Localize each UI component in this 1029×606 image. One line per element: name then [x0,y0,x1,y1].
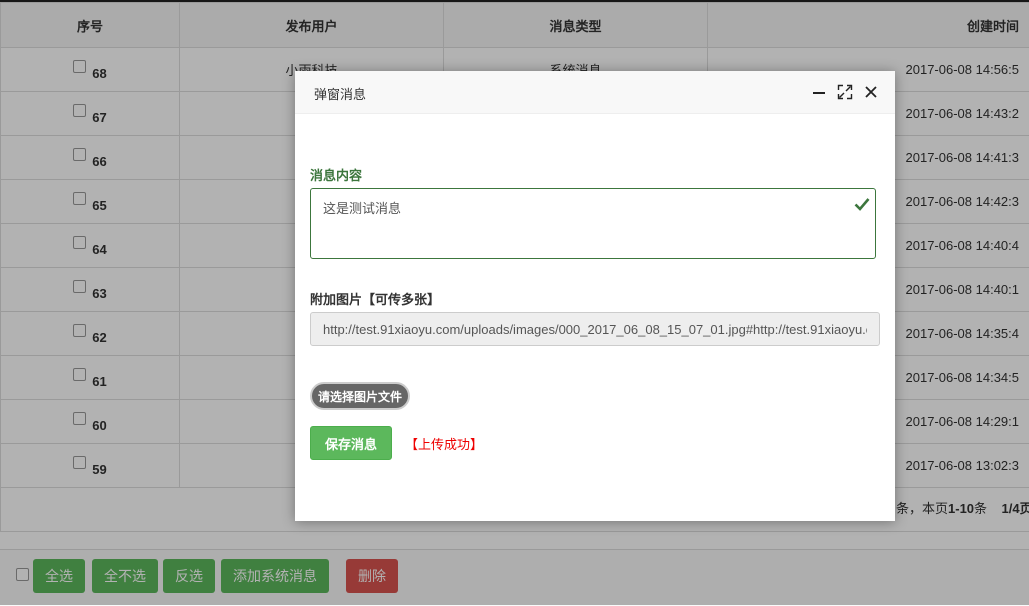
dialog-header[interactable]: 弹窗消息 [295,71,895,114]
upload-status: 【上传成功】 [405,434,483,453]
maximize-icon[interactable] [837,84,853,100]
message-dialog: 弹窗消息 消息内容 这是测试消息 附加图片【可传多张】 请选择图片文件 保存消息… [295,71,895,521]
choose-file-button[interactable]: 请选择图片文件 [310,382,410,410]
content-textarea[interactable]: 这是测试消息 [310,188,876,259]
close-icon[interactable] [863,84,879,100]
save-message-button[interactable]: 保存消息 [310,426,392,460]
images-label: 附加图片【可传多张】 [310,289,440,308]
minimize-icon[interactable] [811,84,827,100]
images-url-input[interactable] [310,312,880,346]
dialog-title: 弹窗消息 [314,84,366,103]
content-label: 消息内容 [310,165,362,184]
valid-check-icon [854,197,870,214]
